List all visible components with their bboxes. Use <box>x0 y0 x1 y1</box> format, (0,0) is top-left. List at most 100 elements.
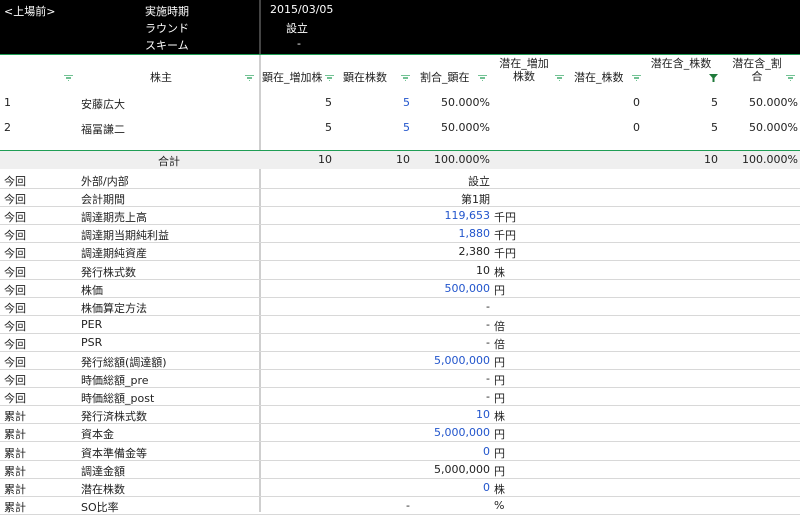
detail-label: 発行総額(調達額) <box>81 356 167 369</box>
detail-scope: 累計 <box>4 501 26 514</box>
filter-icon[interactable] <box>555 75 564 81</box>
detail-value[interactable]: - <box>300 499 410 512</box>
col-header-shares: 顕在株数 <box>343 71 387 84</box>
detail-unit: 千円 <box>494 229 516 242</box>
detail-scope: 累計 <box>4 465 26 478</box>
detail-scope: 今回 <box>4 211 26 224</box>
detail-label: 株価 <box>81 284 103 297</box>
detail-value[interactable]: 0 <box>380 481 490 494</box>
cell-pot-shares: 0 <box>633 121 640 134</box>
detail-unit: 円 <box>494 465 505 478</box>
totals-ratio: 100.000% <box>434 153 490 166</box>
detail-label: 資本準備金等 <box>81 447 147 460</box>
detail-unit: 倍 <box>494 320 505 333</box>
header-divider <box>259 0 261 54</box>
detail-value[interactable]: - <box>380 390 490 403</box>
header-label-date: 実施時期 <box>145 5 189 18</box>
detail-unit: 円 <box>494 284 505 297</box>
detail-scope: 今回 <box>4 284 26 297</box>
totals-pot-total: 10 <box>704 153 718 166</box>
totals-inc: 10 <box>318 153 332 166</box>
detail-scope: 累計 <box>4 483 26 496</box>
detail-value[interactable]: 10 <box>380 264 490 277</box>
detail-label: 株価算定方法 <box>81 302 147 315</box>
header-label-round: ラウンド <box>145 22 189 35</box>
detail-value[interactable]: 0 <box>380 445 490 458</box>
detail-value[interactable]: - <box>380 372 490 385</box>
detail-scope: 累計 <box>4 410 26 423</box>
detail-value[interactable]: 2,380 <box>380 245 491 258</box>
detail-value[interactable]: 5,000,000 <box>380 426 490 439</box>
header-value-round: 設立 <box>286 22 308 35</box>
col-header-ratio: 割合_顕在 <box>420 71 470 84</box>
detail-scope: 今回 <box>4 374 26 387</box>
filter-icon[interactable] <box>478 75 487 81</box>
detail-unit: 円 <box>494 356 505 369</box>
header-green-border <box>0 54 800 55</box>
detail-value[interactable]: 500,000 <box>380 282 491 295</box>
detail-label: 時価総額_pre <box>81 374 149 387</box>
cell-pot-total: 5 <box>711 121 718 134</box>
detail-value[interactable]: 119,653 <box>380 209 491 222</box>
detail-unit: 株 <box>494 266 505 279</box>
detail-label: 時価総額_post <box>81 392 155 405</box>
cell-shares: 5 <box>403 121 410 134</box>
detail-scope: 累計 <box>4 447 26 460</box>
row-number: 1 <box>4 96 11 109</box>
detail-label: 発行株式数 <box>81 266 136 279</box>
header-label-scheme: スキーム <box>145 39 189 52</box>
detail-value[interactable]: 1,880 <box>380 227 491 240</box>
filter-icon[interactable] <box>786 75 795 81</box>
detail-value[interactable]: 5,000,000 <box>380 463 490 476</box>
totals-shares: 10 <box>396 153 410 166</box>
detail-unit: 株 <box>494 483 505 496</box>
detail-value[interactable]: - <box>380 300 490 313</box>
cell-ratio: 50.000% <box>441 96 490 109</box>
filter-icon[interactable] <box>401 75 410 81</box>
detail-unit: 倍 <box>494 338 505 351</box>
detail-label: 外部/内部 <box>81 175 129 188</box>
shareholder-name[interactable]: 安藤広大 <box>81 96 125 112</box>
filter-active-icon[interactable] <box>709 74 718 82</box>
detail-label: 発行済株式数 <box>81 410 147 423</box>
row-number: 2 <box>4 121 11 134</box>
row-divider <box>0 297 800 298</box>
detail-scope: 今回 <box>4 266 26 279</box>
detail-label: SO比率 <box>81 501 119 514</box>
detail-value[interactable]: 設立 <box>380 173 490 189</box>
cell-pot-ratio: 50.000% <box>749 96 798 109</box>
cell-inc: 5 <box>325 96 332 109</box>
cell-pot-ratio: 50.000% <box>749 121 798 134</box>
col-header-inc-shares: 顕在_増加株 <box>262 71 322 84</box>
detail-unit: 円 <box>494 447 505 460</box>
filter-icon[interactable] <box>325 75 334 81</box>
row-divider <box>0 441 800 442</box>
detail-scope: 今回 <box>4 193 26 206</box>
detail-unit: 千円 <box>494 211 516 224</box>
filter-icon[interactable] <box>245 75 254 81</box>
detail-unit: % <box>494 499 505 512</box>
back-label[interactable]: <上場前> <box>4 3 55 19</box>
detail-label: 調達期売上高 <box>81 211 147 224</box>
detail-scope: 今回 <box>4 247 26 260</box>
detail-value[interactable]: - <box>380 318 490 331</box>
shareholder-name[interactable]: 福冨謙二 <box>81 121 125 137</box>
detail-scope: 累計 <box>4 428 26 441</box>
detail-unit: 円 <box>494 392 505 405</box>
detail-value[interactable]: - <box>380 336 490 349</box>
filter-icon[interactable] <box>632 75 641 81</box>
detail-scope: 今回 <box>4 175 26 188</box>
col-header-shareholder: 株主 <box>150 71 172 84</box>
detail-label: PSR <box>81 336 103 349</box>
detail-scope: 今回 <box>4 338 26 351</box>
detail-value[interactable]: 10 <box>380 408 490 421</box>
detail-label: 潜在株数 <box>81 483 125 496</box>
detail-value[interactable]: 5,000,000 <box>380 354 490 367</box>
col-header-pot-inc: 潜在_増加株数 <box>499 57 549 83</box>
detail-scope: 今回 <box>4 302 26 315</box>
filter-icon[interactable] <box>64 75 73 81</box>
detail-value[interactable]: 第1期 <box>380 191 490 207</box>
cell-shares: 5 <box>403 96 410 109</box>
column-divider <box>259 55 261 512</box>
totals-row: 合計 10 10 100.000% 10 100.000% <box>0 151 800 169</box>
